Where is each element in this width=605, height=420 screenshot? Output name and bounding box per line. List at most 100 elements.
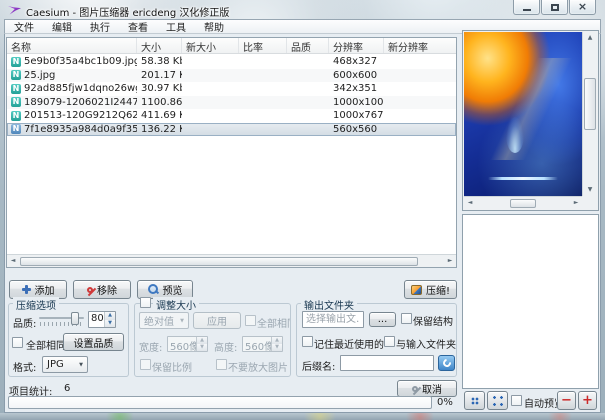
actual-size-button[interactable]	[464, 391, 485, 410]
horizontal-scrollbar-thumb[interactable]	[20, 257, 418, 266]
cell-resolution: 560x560	[329, 124, 384, 135]
height-spinner[interactable]: 560像 ▲ ▼	[242, 336, 283, 352]
column-header-new-resolution[interactable]: 新分辨率	[384, 38, 457, 53]
cell-name: N5e9b0f35a4bc1b09.jpg	[7, 56, 137, 67]
scroll-right-icon[interactable]: ►	[444, 255, 456, 267]
height-label: 高度:	[214, 339, 237, 354]
vertical-scrollbar-thumb[interactable]	[584, 78, 596, 130]
chevron-down-icon: ▼	[79, 362, 83, 368]
format-label: 格式:	[13, 359, 36, 374]
zoom-in-button[interactable]: +	[578, 391, 597, 410]
table-row[interactable]: N7f1e8935a984d0a9f358de...136.22 Kb560x5…	[7, 123, 456, 137]
menu-view[interactable]: 查看	[119, 19, 157, 34]
scroll-up-icon[interactable]: ▲	[583, 32, 597, 44]
preview-vertical-scrollbar[interactable]: ▲ ▼	[582, 32, 597, 196]
minimize-button[interactable]	[513, 0, 540, 15]
spin-up-icon[interactable]: ▲	[105, 312, 115, 320]
title-bar[interactable]: Caesium - 图片压缩器 ericdeng 汉化修正版 ×	[0, 0, 605, 19]
compress-button[interactable]: 压缩!	[404, 280, 457, 299]
spin-up-icon[interactable]: ▲	[197, 337, 207, 344]
minus-icon: −	[561, 394, 572, 407]
menu-execute[interactable]: 执行	[81, 19, 119, 34]
table-row[interactable]: N25.jpg201.17 Kb600x600	[7, 69, 456, 83]
table-row[interactable]: N189079-1206021I24472.jpg1100.86 Kb1000x…	[7, 96, 456, 110]
table-row[interactable]: N5e9b0f35a4bc1b09.jpg58.38 Kb 468x327	[7, 55, 456, 69]
column-header-ratio[interactable]: 比率	[239, 38, 287, 53]
same-as-input-checkbox[interactable]	[384, 336, 395, 347]
fit-to-window-icon	[493, 396, 503, 406]
scroll-right-icon[interactable]: ►	[570, 197, 582, 209]
width-value: 560像	[168, 337, 196, 351]
auto-preview-checkbox[interactable]	[511, 395, 522, 406]
keep-ratio-label: 保留比例	[152, 359, 192, 374]
no-enlarge-label: 不要放大图片	[228, 359, 290, 374]
cell-size: 136.22 Kb	[137, 124, 182, 135]
apply-button[interactable]: 应用	[193, 312, 241, 329]
spin-up-icon[interactable]: ▲	[272, 337, 282, 344]
resize-mode-value: 绝对值	[144, 313, 174, 328]
output-folder-input[interactable]	[302, 311, 364, 328]
resize-same-all-label: 全部相同	[257, 315, 290, 330]
width-spinner[interactable]: 560像 ▲ ▼	[167, 336, 208, 352]
set-quality-label: 设置品质	[74, 335, 114, 350]
remember-recent-checkbox[interactable]	[302, 336, 313, 347]
fit-to-window-button[interactable]	[487, 391, 508, 410]
menu-file[interactable]: 文件	[5, 19, 43, 34]
same-quality-checkbox[interactable]	[12, 337, 23, 348]
scroll-left-icon[interactable]: ◄	[7, 255, 19, 267]
column-header-size[interactable]: 大小	[137, 38, 182, 53]
maximize-button[interactable]	[541, 0, 568, 15]
table-body[interactable]: N5e9b0f35a4bc1b09.jpg58.38 Kb 468x327 N25.…	[7, 55, 456, 254]
cell-name: N92ad885fjw1dqno26wgz9...	[7, 83, 137, 94]
file-list-horizontal-scrollbar[interactable]: ◄ ►	[7, 254, 456, 267]
table-row[interactable]: N201513-120G9212Q626.jpg411.69 Kb1000x76…	[7, 109, 456, 123]
format-value: JPG	[47, 359, 64, 370]
column-header-new-size[interactable]: 新大小	[182, 38, 239, 53]
cell-size: 58.38 Kb	[137, 56, 182, 67]
resize-mode-dropdown[interactable]: 绝对值 ▼	[139, 312, 189, 329]
scroll-down-icon[interactable]: ▼	[583, 184, 597, 196]
menu-tools[interactable]: 工具	[157, 19, 195, 34]
window-controls: ×	[513, 0, 596, 15]
file-type-icon: N	[11, 70, 21, 80]
cell-resolution: 1000x767	[329, 110, 384, 121]
cell-name: N201513-120G9212Q626.jpg	[7, 110, 137, 121]
apply-label: 应用	[207, 313, 227, 328]
spinner-arrows: ▲ ▼	[104, 312, 115, 327]
format-dropdown[interactable]: JPG ▼	[42, 356, 88, 373]
browse-button[interactable]: ...	[369, 312, 396, 327]
quality-slider[interactable]	[39, 312, 84, 327]
resize-same-all-checkbox[interactable]	[245, 315, 256, 326]
keep-ratio-checkbox[interactable]	[140, 359, 151, 370]
table-row[interactable]: N92ad885fjw1dqno26wgz9...30.97 Kb342x351	[7, 82, 456, 96]
cancel-button[interactable]: 取消	[397, 380, 457, 397]
suffix-input[interactable]	[340, 355, 434, 371]
horizontal-scrollbar-thumb[interactable]	[510, 199, 536, 208]
resize-checkbox[interactable]	[140, 297, 151, 308]
width-label: 宽度:	[139, 339, 162, 354]
column-header-quality[interactable]: 品质	[287, 38, 329, 53]
reset-suffix-button[interactable]	[438, 355, 455, 371]
no-enlarge-checkbox[interactable]	[216, 359, 227, 370]
scroll-left-icon[interactable]: ◄	[464, 197, 476, 209]
refresh-icon	[441, 357, 452, 368]
column-header-resolution[interactable]: 分辨率	[329, 38, 384, 53]
zoom-out-button[interactable]: −	[557, 391, 576, 410]
menu-edit[interactable]: 编辑	[43, 19, 81, 34]
keep-structure-checkbox[interactable]	[401, 313, 412, 324]
spin-down-icon[interactable]: ▼	[105, 320, 115, 328]
slider-thumb[interactable]	[71, 312, 79, 325]
quality-spinner[interactable]: 80 ▲ ▼	[88, 311, 116, 328]
spin-down-icon[interactable]: ▼	[197, 344, 207, 351]
preview-horizontal-scrollbar[interactable]: ◄ ►	[464, 196, 582, 209]
output-folder-title: 输出文件夹	[301, 297, 357, 312]
menu-help[interactable]: 帮助	[195, 19, 233, 34]
spin-down-icon[interactable]: ▼	[272, 344, 282, 351]
set-quality-button[interactable]: 设置品质	[63, 333, 124, 351]
close-button[interactable]: ×	[569, 0, 596, 15]
column-header-name[interactable]: 名称	[7, 38, 137, 53]
remove-button[interactable]: 移除	[73, 280, 131, 299]
window-title: Caesium - 图片压缩器 ericdeng 汉化修正版	[26, 4, 229, 19]
cell-resolution: 468x327	[329, 56, 384, 67]
compress-label: 压缩!	[426, 282, 450, 297]
